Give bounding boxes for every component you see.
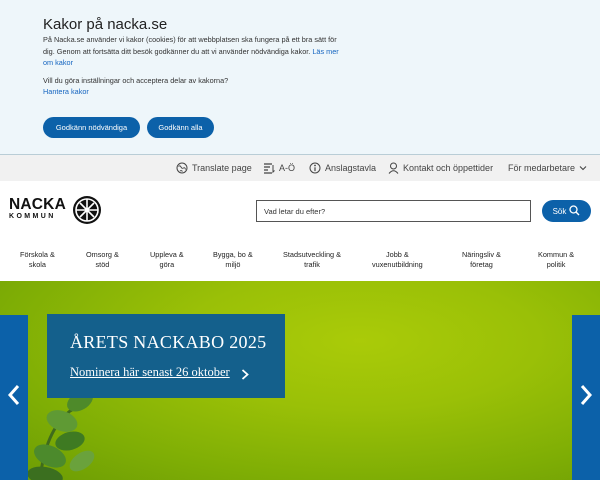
nacka-emblem-icon [72,195,102,230]
nav-item-jobb[interactable]: Jobb & vuxenutbildning [372,250,423,270]
medarbetare-label: För medarbetare [508,163,576,173]
search-icon [569,204,580,218]
chevron-right-icon [579,383,593,412]
hero-link[interactable]: Nominera här senast 26 oktober [70,365,230,380]
accept-all-button[interactable]: Godkänn alla [147,117,214,138]
logo-line2: KOMMUN [9,213,56,220]
sort-icon [263,162,275,174]
nav-item-omsorg[interactable]: Omsorg & stöd [86,250,119,270]
medarbetare-menu[interactable]: För medarbetare [508,155,587,181]
hero-next-button[interactable] [572,315,600,480]
kontakt-label: Kontakt och öppettider [403,163,494,173]
translate-label: Translate page [192,163,252,173]
search-button[interactable]: Sök [542,200,591,222]
anslagstavla-link[interactable]: Anslagstavla [309,155,376,181]
chevron-left-icon [7,383,21,412]
accept-necessary-button[interactable]: Godkänn nödvändiga [43,117,140,138]
kontakt-link[interactable]: Kontakt och öppettider [388,155,493,181]
translate-link[interactable]: Translate page [176,155,252,181]
nav-item-stadsutveckling[interactable]: Stadsutveckling & trafik [283,250,341,270]
logo-line1: NACKA [9,196,66,213]
chevron-right-icon [241,367,249,385]
globe-icon [176,162,188,174]
search-button-label: Sök [552,206,567,216]
search-input[interactable] [256,200,531,222]
nav-item-naringsliv[interactable]: Näringsliv & företag [462,250,501,270]
hero-title: ÅRETS NACKABO 2025 [70,332,267,352]
anslagstavla-label: Anslagstavla [325,163,377,173]
cookie-title: Kakor på nacka.se [43,16,168,33]
cookie-text: På Nacka.se använder vi kakor (cookies) … [43,35,339,68]
nav-item-bygga[interactable]: Bygga, bo & miljö [213,250,253,270]
a-o-label: A-Ö [279,163,296,173]
person-icon [388,162,399,174]
info-icon [309,162,321,174]
chevron-down-icon [579,165,587,171]
cookie-question: Vill du göra inställningar och acceptera… [43,76,229,85]
hero-card: ÅRETS NACKABO 2025 Nominera här senast 2… [47,314,285,398]
nav-item-forskola[interactable]: Förskola & skola [20,250,55,270]
a-o-link[interactable]: A-Ö [263,155,295,181]
utility-bar: Translate page A-Ö Anslagstavla Kontakt … [0,155,600,181]
hero-prev-button[interactable] [0,315,28,480]
manage-cookies-link[interactable]: Hantera kakor [43,87,89,96]
cookie-banner: Kakor på nacka.se På Nacka.se använder v… [0,0,600,155]
nav-item-kommun[interactable]: Kommun & politik [538,250,574,270]
nav-item-uppleva[interactable]: Uppleva & göra [150,250,184,270]
